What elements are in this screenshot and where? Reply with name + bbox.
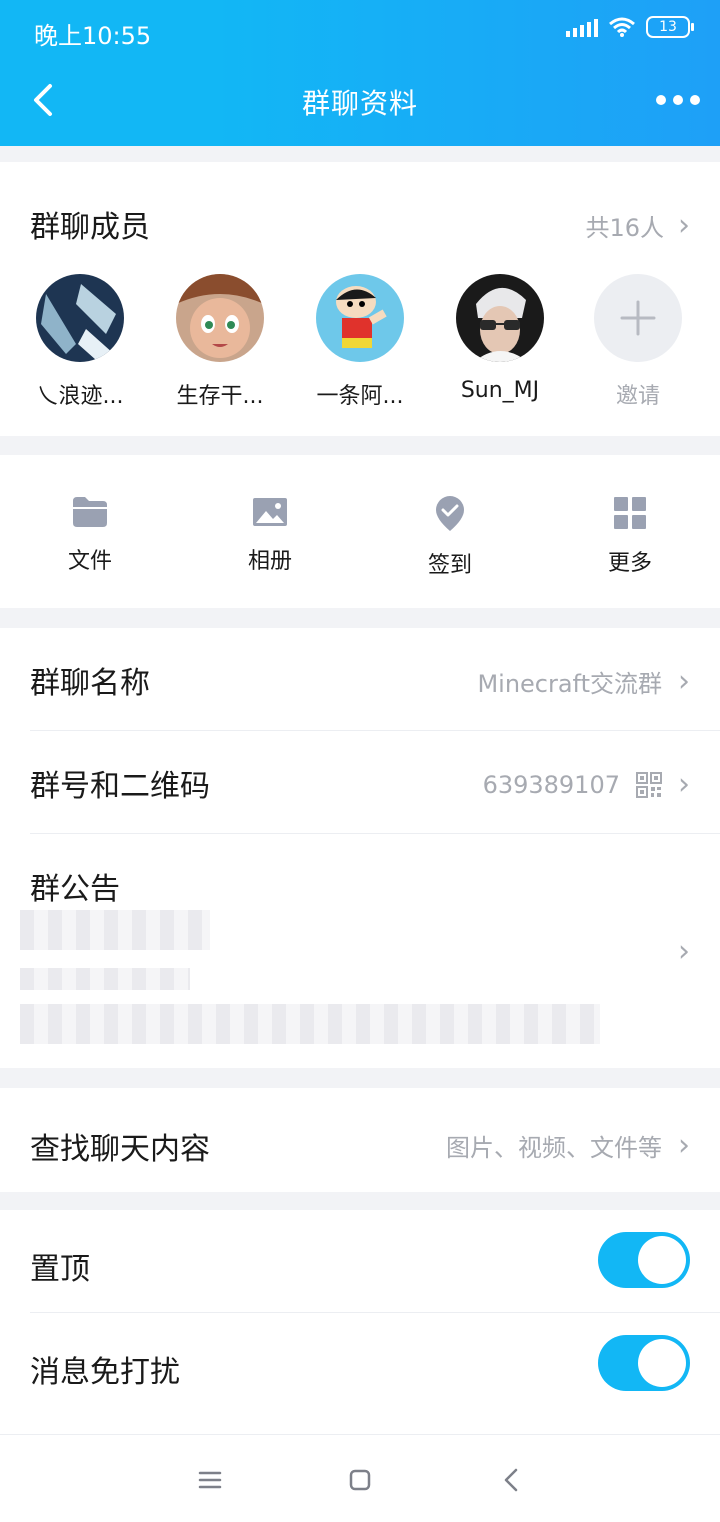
members-count: 共16人 [585,214,664,242]
notice-content-blurred [20,1004,600,1044]
search-chat-hint: 图片、视频、文件等 [446,1134,662,1162]
mute-row: 消息免打扰 [0,1313,720,1415]
members-section: 群聊成员 共16人 › 乀浪迹... 生存干... 一条阿... Sun_MJ … [0,162,720,436]
app-header: 晚上10:55 13 群聊资料 [0,0,720,146]
search-chat-label: 查找聊天内容 [30,1132,210,1167]
group-id-label: 群号和二维码 [30,769,210,804]
system-nav-bar [0,1434,720,1522]
signal-icon [566,17,598,37]
search-chat-section: 查找聊天内容 图片、视频、文件等 › [0,1088,720,1192]
group-id-value: 639389107 [482,770,620,799]
tool-label: 相册 [247,549,292,574]
home-icon[interactable] [340,1463,380,1497]
member-item[interactable]: 生存干... [170,274,270,410]
chevron-right-icon: › [678,664,690,699]
tool-checkin[interactable]: 签到 [400,495,500,579]
image-icon [253,498,287,526]
chevron-right-icon: › [678,208,690,243]
tool-files[interactable]: 文件 [40,495,140,575]
chevron-right-icon: › [678,934,690,969]
group-name-label: 群聊名称 [30,666,150,701]
tools-section: 文件 相册 签到 更多 [0,455,720,608]
back-icon[interactable] [492,1463,532,1497]
chevron-right-icon: › [678,1128,690,1163]
status-icons: 13 [566,16,694,38]
avatar [316,274,404,362]
notice-content-blurred [20,910,210,950]
search-chat-row[interactable]: 查找聊天内容 图片、视频、文件等 › [0,1088,720,1190]
avatar [456,274,544,362]
member-item[interactable]: 乀浪迹... [30,274,130,410]
wifi-icon [609,17,635,37]
members-title: 群聊成员 [30,210,150,245]
tool-label: 更多 [607,551,652,576]
member-item[interactable]: Sun_MJ [450,274,550,403]
member-name: 乀浪迹... [36,384,124,409]
page-title: 群聊资料 [301,87,418,120]
more-options-button[interactable] [656,90,702,110]
member-item[interactable]: 一条阿... [310,274,410,410]
menu-icon[interactable] [190,1463,230,1497]
group-name-row[interactable]: 群聊名称 Minecraft交流群 › [0,628,720,730]
settings-section: 置顶 消息免打扰 [0,1210,720,1434]
avatar [176,274,264,362]
status-time: 晚上10:55 [34,22,152,50]
member-name: 生存干... [176,384,264,409]
group-info-section: 群聊名称 Minecraft交流群 › 群号和二维码 639389107 › 群… [0,628,720,1068]
battery-icon: 13 [646,16,694,38]
group-notice-label: 群公告 [30,872,120,907]
folder-icon [73,497,107,527]
tool-album[interactable]: 相册 [220,495,320,575]
member-name: 一条阿... [316,384,404,409]
pin-row: 置顶 [0,1210,720,1312]
invite-button[interactable]: 邀请 [588,274,688,410]
pin-label: 置顶 [30,1252,90,1287]
tool-label: 签到 [427,553,472,578]
invite-label: 邀请 [615,384,660,409]
chevron-right-icon: › [678,767,690,802]
tool-more[interactable]: 更多 [580,495,680,577]
avatar [36,274,124,362]
group-name-value: Minecraft交流群 [477,670,662,698]
tool-label: 文件 [67,549,112,574]
mute-toggle[interactable] [598,1335,690,1391]
mute-label: 消息免打扰 [30,1355,180,1390]
grid-icon [614,497,646,529]
qr-code-icon [636,771,662,798]
checkin-icon [436,496,464,531]
group-id-row[interactable]: 群号和二维码 639389107 › [0,731,720,833]
notice-content-blurred [20,968,190,990]
add-member-icon [594,274,682,362]
member-name: Sun_MJ [460,378,540,403]
members-count-link[interactable]: 共16人 › [585,208,690,243]
group-notice-row[interactable]: 群公告 › [0,834,720,1068]
pin-toggle[interactable] [598,1232,690,1288]
